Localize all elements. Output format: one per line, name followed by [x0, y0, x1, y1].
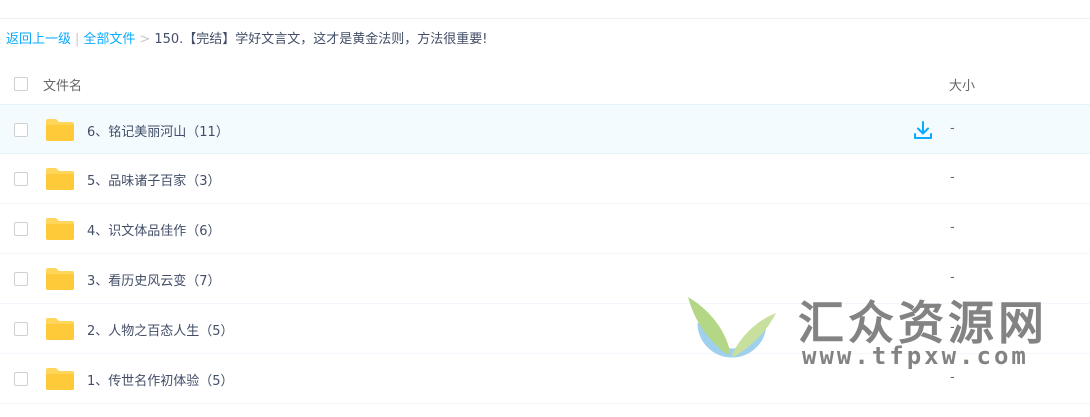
folder-icon [46, 168, 74, 190]
folder-size: - [950, 270, 955, 285]
folder-name[interactable]: 5、品味诸子百家（3） [87, 170, 221, 189]
folder-name[interactable]: 1、传世名作初体验（5） [87, 370, 234, 389]
table-row[interactable]: 5、品味诸子百家（3） - [0, 154, 1090, 204]
folder-icon [46, 318, 74, 340]
folder-name[interactable]: 3、看历史风云变（7） [87, 270, 221, 289]
watermark-url: www.tfpxw.com [802, 342, 1029, 370]
table-row[interactable]: 6、铭记美丽河山（11） - [0, 104, 1090, 154]
folder-size: - [950, 220, 955, 235]
select-all-checkbox[interactable] [14, 77, 28, 91]
back-link[interactable]: 返回上一级 [6, 32, 71, 47]
column-header-name[interactable]: 文件名 [43, 75, 82, 94]
folder-name[interactable]: 6、铭记美丽河山（11） [87, 121, 229, 140]
folder-name[interactable]: 4、识文体品佳作（6） [87, 220, 221, 239]
folder-name[interactable]: 2、人物之百态人生（5） [87, 320, 234, 339]
folder-size: - [950, 121, 955, 136]
row-checkbox[interactable] [14, 172, 28, 186]
table-row[interactable]: 4、识文体品佳作（6） - [0, 204, 1090, 254]
watermark: 汇众资源网 www.tfpxw.com [684, 293, 1064, 373]
top-divider [0, 18, 1090, 19]
folder-size: - [950, 170, 955, 185]
folder-icon [46, 368, 74, 390]
folder-icon [46, 268, 74, 290]
all-files-link[interactable]: 全部文件 [83, 32, 135, 47]
table-header: 文件名 大小 [0, 64, 1090, 104]
row-checkbox[interactable] [14, 372, 28, 386]
row-checkbox[interactable] [14, 222, 28, 236]
column-header-size[interactable]: 大小 [949, 75, 975, 94]
folder-icon [46, 119, 74, 141]
download-icon[interactable] [912, 119, 934, 141]
folder-icon [46, 218, 74, 240]
row-checkbox[interactable] [14, 272, 28, 286]
breadcrumb: 返回上一级 | 全部文件 >150.【完结】学好文言文，这才是黄金法则，方法很重要! [6, 31, 488, 49]
row-checkbox[interactable] [14, 322, 28, 336]
breadcrumb-separator: | [75, 32, 80, 47]
breadcrumb-current: 150.【完结】学好文言文，这才是黄金法则，方法很重要! [154, 32, 488, 47]
watermark-logo-icon [688, 297, 776, 358]
breadcrumb-arrow: > [139, 32, 151, 47]
row-checkbox[interactable] [14, 123, 28, 137]
